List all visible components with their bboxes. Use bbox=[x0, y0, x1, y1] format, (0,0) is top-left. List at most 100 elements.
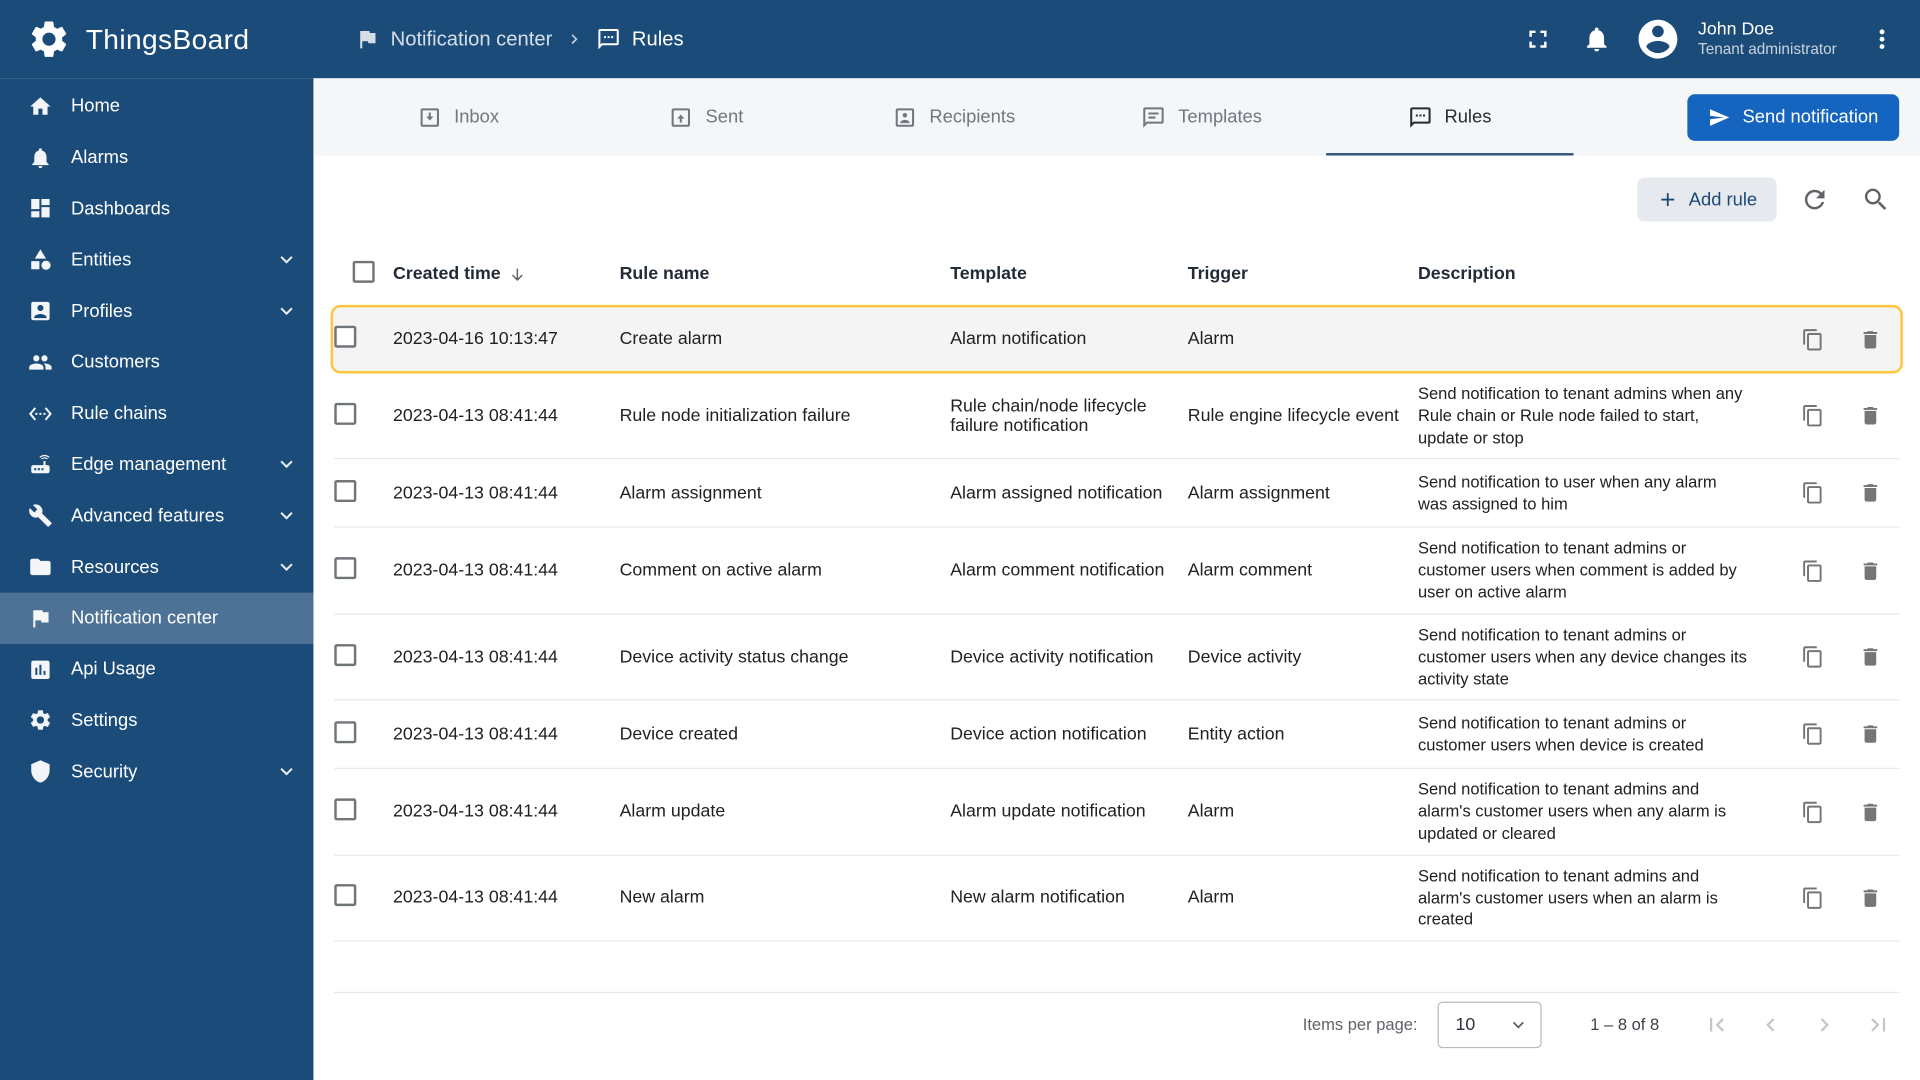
table-row[interactable]: 2023-04-13 08:41:44 Device activity stat… bbox=[334, 615, 1900, 701]
sidebar-item-settings[interactable]: Settings bbox=[0, 695, 313, 746]
delete-rule-button[interactable] bbox=[1859, 886, 1882, 909]
copy-rule-button[interactable] bbox=[1801, 482, 1824, 505]
tab-inbox[interactable]: Inbox bbox=[334, 78, 582, 155]
delete-rule-button[interactable] bbox=[1859, 404, 1882, 427]
cell-trigger: Alarm bbox=[1187, 888, 1235, 908]
user-avatar[interactable] bbox=[1634, 16, 1681, 63]
tab-sent[interactable]: Sent bbox=[582, 78, 830, 155]
cell-created-time: 2023-04-13 08:41:44 bbox=[393, 406, 558, 426]
delete-icon bbox=[1859, 559, 1882, 582]
delete-icon bbox=[1859, 800, 1882, 823]
delete-rule-button[interactable] bbox=[1859, 328, 1882, 351]
delete-icon bbox=[1859, 404, 1882, 427]
column-description[interactable]: Description bbox=[1418, 264, 1765, 284]
sidebar-item-alarms[interactable]: Alarms bbox=[0, 132, 313, 183]
cell-created-time: 2023-04-16 10:13:47 bbox=[393, 329, 558, 349]
breadcrumb-label: Rules bbox=[631, 27, 684, 50]
delete-rule-button[interactable] bbox=[1859, 800, 1882, 823]
user-role: Tenant administrator bbox=[1698, 40, 1837, 58]
tab-templates[interactable]: Templates bbox=[1078, 78, 1326, 155]
column-rule-name[interactable]: Rule name bbox=[620, 264, 951, 284]
column-created-time[interactable]: Created time bbox=[393, 264, 620, 284]
edge-icon bbox=[28, 452, 52, 476]
sidebar-item-label: Security bbox=[71, 761, 138, 783]
delete-icon bbox=[1859, 723, 1882, 746]
add-rule-button[interactable]: Add rule bbox=[1637, 177, 1777, 222]
table-row[interactable]: 2023-04-13 08:41:44 Alarm update Alarm u… bbox=[334, 769, 1900, 856]
cell-template: Device action notification bbox=[950, 724, 1147, 745]
send-notification-label: Send notification bbox=[1742, 106, 1879, 128]
table-row[interactable]: 2023-04-13 08:41:44 Rule node initializa… bbox=[334, 373, 1900, 460]
row-checkbox[interactable] bbox=[334, 720, 357, 744]
table-row[interactable]: 2023-04-13 08:41:44 Device created Devic… bbox=[334, 701, 1900, 770]
row-checkbox[interactable] bbox=[334, 325, 357, 348]
refresh-button[interactable] bbox=[1791, 176, 1838, 223]
sidebar-item-label: Notification center bbox=[71, 607, 219, 629]
profiles-icon bbox=[28, 299, 52, 323]
copy-rule-button[interactable] bbox=[1801, 723, 1824, 746]
column-trigger[interactable]: Trigger bbox=[1188, 264, 1418, 284]
fullscreen-button[interactable] bbox=[1512, 13, 1563, 64]
copy-rule-button[interactable] bbox=[1801, 886, 1824, 909]
copy-rule-button[interactable] bbox=[1801, 328, 1824, 351]
table-row[interactable]: 2023-04-13 08:41:44 Alarm assignment Ala… bbox=[334, 460, 1900, 529]
cell-trigger: Alarm bbox=[1187, 802, 1235, 822]
sidebar-item-entities[interactable]: Entities bbox=[0, 234, 313, 285]
tab-label: Recipients bbox=[929, 106, 1016, 128]
copy-icon bbox=[1801, 645, 1824, 668]
copy-icon bbox=[1801, 404, 1824, 427]
sidebar-item-edge-management[interactable]: Edge management bbox=[0, 439, 313, 490]
copy-rule-button[interactable] bbox=[1801, 559, 1824, 582]
send-icon bbox=[1708, 106, 1730, 128]
row-checkbox[interactable] bbox=[334, 402, 357, 425]
chevron-down-icon bbox=[1507, 1013, 1529, 1035]
previous-page-button[interactable] bbox=[1757, 1011, 1784, 1038]
more-options-button[interactable] bbox=[1856, 13, 1907, 64]
table-row[interactable]: 2023-04-16 10:13:47 Create alarm Alarm n… bbox=[330, 304, 1903, 374]
breadcrumb-notification-center[interactable]: Notification center bbox=[355, 27, 552, 51]
tab-recipients[interactable]: Recipients bbox=[830, 78, 1078, 155]
notifications-bell-button[interactable] bbox=[1571, 13, 1622, 64]
copy-rule-button[interactable] bbox=[1801, 645, 1824, 668]
delete-rule-button[interactable] bbox=[1859, 559, 1882, 582]
row-checkbox[interactable] bbox=[334, 557, 357, 580]
send-notification-button[interactable]: Send notification bbox=[1687, 93, 1900, 141]
delete-rule-button[interactable] bbox=[1859, 723, 1882, 746]
sidebar-item-rule-chains[interactable]: Rule chains bbox=[0, 388, 313, 439]
sidebar-item-advanced-features[interactable]: Advanced features bbox=[0, 490, 313, 541]
sidebar-item-notification-center[interactable]: Notification center bbox=[0, 592, 314, 644]
kebab-menu-icon bbox=[1867, 24, 1896, 53]
row-checkbox[interactable] bbox=[334, 643, 357, 666]
table-header-row: Created time Rule name Template Trigger … bbox=[334, 244, 1899, 305]
items-per-page-select[interactable]: 10 bbox=[1437, 1001, 1542, 1048]
table-row[interactable]: 2023-04-13 08:41:44 Comment on active al… bbox=[334, 528, 1900, 615]
row-checkbox[interactable] bbox=[334, 798, 357, 821]
copy-rule-button[interactable] bbox=[1801, 800, 1824, 823]
sidebar-item-security[interactable]: Security bbox=[0, 746, 313, 797]
sidebar-item-dashboards[interactable]: Dashboards bbox=[0, 183, 313, 234]
last-page-button[interactable] bbox=[1865, 1011, 1892, 1038]
select-all-checkbox[interactable] bbox=[352, 260, 375, 283]
sidebar-item-profiles[interactable]: Profiles bbox=[0, 286, 313, 337]
breadcrumb-rules[interactable]: Rules bbox=[596, 27, 684, 51]
sidebar-item-customers[interactable]: Customers bbox=[0, 337, 313, 388]
tab-rules[interactable]: Rules bbox=[1325, 78, 1575, 156]
chevron-down-icon bbox=[274, 759, 298, 783]
sidebar-item-api-usage[interactable]: Api Usage bbox=[0, 644, 313, 695]
notification-icon bbox=[28, 606, 52, 630]
sidebar-item-home[interactable]: Home bbox=[0, 81, 313, 132]
delete-rule-button[interactable] bbox=[1859, 645, 1882, 668]
sidebar-item-resources[interactable]: Resources bbox=[0, 541, 313, 592]
app-logo[interactable]: ThingsBoard bbox=[0, 17, 313, 61]
row-checkbox[interactable] bbox=[334, 884, 357, 907]
cell-rule-name: Alarm update bbox=[619, 802, 726, 822]
table-row[interactable]: 2023-04-13 08:41:44 New alarm New alarm … bbox=[334, 856, 1900, 942]
row-checkbox[interactable] bbox=[334, 479, 357, 502]
next-page-button[interactable] bbox=[1811, 1011, 1838, 1038]
search-button[interactable] bbox=[1853, 176, 1900, 223]
copy-rule-button[interactable] bbox=[1801, 404, 1824, 427]
column-template[interactable]: Template bbox=[950, 264, 1188, 284]
delete-rule-button[interactable] bbox=[1859, 482, 1882, 505]
first-page-button[interactable] bbox=[1703, 1011, 1730, 1038]
chevron-left-icon bbox=[1757, 1011, 1784, 1038]
